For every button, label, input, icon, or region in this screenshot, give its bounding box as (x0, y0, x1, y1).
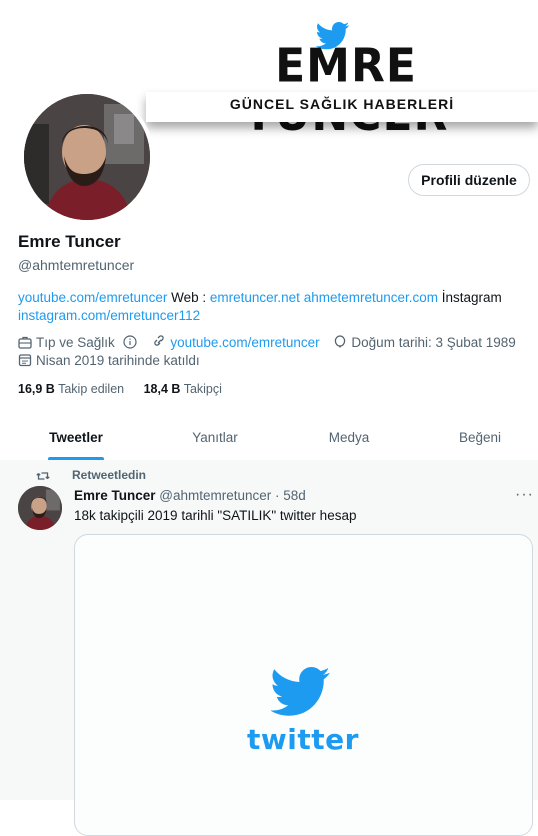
following-link[interactable]: 16,9 B Takip edilen (18, 382, 124, 396)
balloon-icon (335, 335, 346, 348)
followers-label: Takipçi (183, 382, 222, 396)
bio-text: Web : (167, 290, 210, 305)
profile-birthday: Doğum tarihi: 3 Şubat 1989 (351, 335, 516, 350)
profile-joined: Nisan 2019 tarihinde katıldı (36, 353, 200, 368)
profile-meta: Tıp ve Sağlık youtube.com/emretuncer Doğ… (18, 335, 516, 350)
edit-profile-button[interactable]: Profili düzenle (408, 164, 530, 196)
retweet-icon (36, 472, 50, 480)
tweet-header: Emre Tuncer @ahmtemretuncer · 58d (74, 488, 306, 503)
followers-count: 18,4 B (143, 382, 181, 396)
profile-bio: youtube.com/emretuncer Web : emretuncer.… (18, 289, 523, 325)
banner-subtitle: GÜNCEL SAĞLIK HABERLERİ (229, 96, 455, 112)
link-icon (154, 335, 165, 346)
follow-counts: 16,9 B Takip edilen 18,4 B Takipçi (18, 382, 222, 396)
tweet-avatar[interactable] (18, 486, 62, 530)
calendar-icon (18, 354, 32, 367)
profile-website[interactable]: youtube.com/emretuncer (170, 335, 319, 350)
more-options-icon[interactable]: ··· (515, 486, 534, 504)
banner-logo: EMRE TUNCER GÜNCEL SAĞLIK HABERLERİ (140, 22, 538, 139)
tab-likes[interactable]: Beğeni (432, 414, 528, 460)
tweet-text: 18k takipçili 2019 tarihli "SATILIK" twi… (74, 508, 357, 523)
tweet-feed: Retweetledin Emre Tuncer @ahmtemretuncer… (0, 460, 538, 836)
bio-link-youtube[interactable]: youtube.com/emretuncer (18, 290, 167, 305)
tab-media[interactable]: Medya (302, 414, 396, 460)
avatar-photo (24, 94, 150, 220)
following-count: 16,9 B (18, 382, 55, 396)
bio-link-instagram[interactable]: instagram.com/emretuncer112 (18, 308, 200, 323)
tab-tweets[interactable]: Tweetler (30, 414, 122, 460)
tweet-media[interactable]: twitter (74, 534, 533, 836)
retweet-label: Retweetledin (72, 468, 147, 482)
tab-replies[interactable]: Yanıtlar (168, 414, 262, 460)
tweet-handle-time[interactable]: @ahmtemretuncer · 58d (159, 488, 306, 503)
profile-joined-row: Nisan 2019 tarihinde katıldı (18, 353, 200, 368)
profile-category: Tıp ve Sağlık (36, 335, 115, 350)
tweet-author[interactable]: Emre Tuncer (74, 488, 156, 503)
banner-title: EMRE TUNCER (244, 39, 448, 139)
profile-avatar[interactable] (20, 90, 154, 224)
profile-handle: @ahmtemretuncer (18, 257, 135, 273)
bio-link-website2[interactable]: ahmetemretuncer.com (304, 290, 438, 305)
bio-link-website[interactable]: emretuncer.net (210, 290, 300, 305)
info-icon[interactable] (122, 335, 137, 349)
briefcase-icon (18, 336, 32, 349)
bio-text-instagram: İnstagram (438, 290, 502, 305)
profile-name: Emre Tuncer (18, 232, 121, 251)
twitter-logo-icon (271, 667, 330, 716)
followers-link[interactable]: 18,4 B Takipçi (144, 382, 222, 396)
profile-tabs: Tweetler Yanıtlar Medya Beğeni (0, 414, 538, 461)
tweet-avatar-photo (18, 486, 62, 530)
following-label: Takip edilen (58, 382, 125, 396)
twitter-wordmark: twitter (247, 723, 359, 756)
